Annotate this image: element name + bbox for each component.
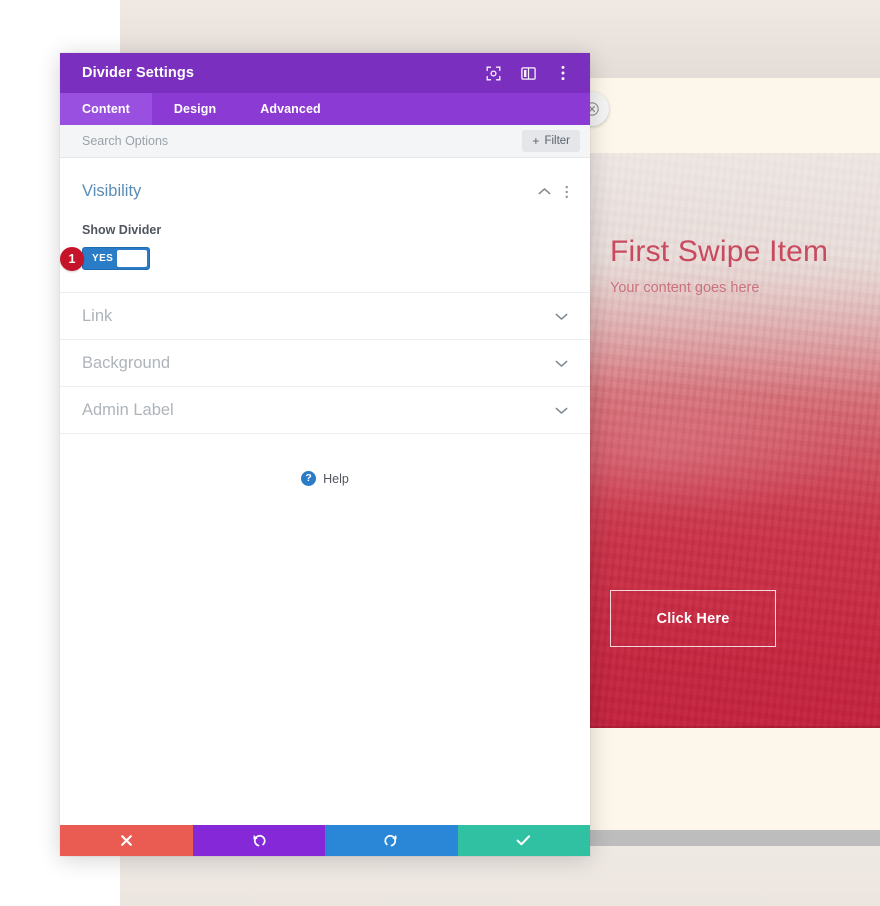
toggle-value-label: YES [92,253,114,264]
show-divider-toggle[interactable]: YES [82,247,150,270]
search-input[interactable] [82,134,523,148]
layout-columns-icon[interactable] [519,64,537,82]
section-kebab-menu-icon[interactable] [565,185,569,199]
save-button[interactable] [457,825,590,856]
divider-settings-modal: Divider Settings Content Design Advanced… [60,53,590,856]
tab-advanced-label: Advanced [260,102,321,116]
chevron-down-icon[interactable] [555,406,568,415]
chevron-up-icon[interactable] [538,187,551,196]
chevron-down-icon[interactable] [555,359,568,368]
section-link-title: Link [82,306,113,325]
section-admin-label-title: Admin Label [82,400,174,419]
tab-advanced[interactable]: Advanced [238,93,343,125]
screenshot-root: First Swipe Item Your content goes here … [0,0,880,906]
search-options-row: + Filter [60,125,590,158]
cancel-button[interactable] [60,825,193,856]
undo-arrow-icon [253,834,266,847]
show-divider-toggle-wrap: 1 YES [60,246,150,271]
modal-footer [60,825,590,856]
tab-content[interactable]: Content [60,93,152,125]
modal-header-icons [484,64,572,82]
hero-text-block: First Swipe Item Your content goes here [610,235,880,296]
section-link[interactable]: Link [60,293,590,340]
plus-icon: + [532,134,540,148]
modal-tabs: Content Design Advanced [60,93,590,125]
section-background[interactable]: Background [60,340,590,387]
section-admin-label[interactable]: Admin Label [60,387,590,434]
step-badge-1: 1 [60,246,84,271]
undo-button[interactable] [192,825,325,856]
help-label[interactable]: Help [323,472,349,486]
kebab-menu-icon[interactable] [554,64,572,82]
filter-label: Filter [544,135,570,147]
tab-design-label: Design [173,102,217,116]
chevron-down-icon[interactable] [555,312,568,321]
tab-design[interactable]: Design [152,93,238,125]
section-visibility-title: Visibility [82,182,142,200]
checkmark-icon [516,835,531,846]
modal-body[interactable]: Visibility Show Divider 1 YES Link Backg… [60,158,590,825]
toggle-knob [117,250,147,267]
focus-icon[interactable] [484,64,502,82]
tab-content-label: Content [82,102,130,116]
redo-arrow-icon [384,834,397,847]
field-show-divider: Show Divider 1 YES [60,223,568,271]
hero-subtitle: Your content goes here [610,280,760,296]
modal-header: Divider Settings [60,53,590,93]
section-visibility-tools [538,185,569,199]
section-visibility-header[interactable]: Visibility [82,182,568,201]
hero-cta-button[interactable]: Click Here [610,590,776,647]
section-visibility: Visibility Show Divider 1 YES [60,158,590,293]
show-divider-label: Show Divider [82,223,162,237]
redo-button[interactable] [325,825,458,856]
close-x-icon [120,835,132,846]
hero-cta-label: Click Here [656,610,730,627]
question-mark-icon[interactable]: ? [301,471,317,486]
filter-button[interactable]: + Filter [522,130,580,152]
section-background-title: Background [82,353,171,372]
help-row[interactable]: ? Help [60,434,590,486]
hero-title: First Swipe Item [610,235,829,268]
modal-title: Divider Settings [82,65,194,81]
